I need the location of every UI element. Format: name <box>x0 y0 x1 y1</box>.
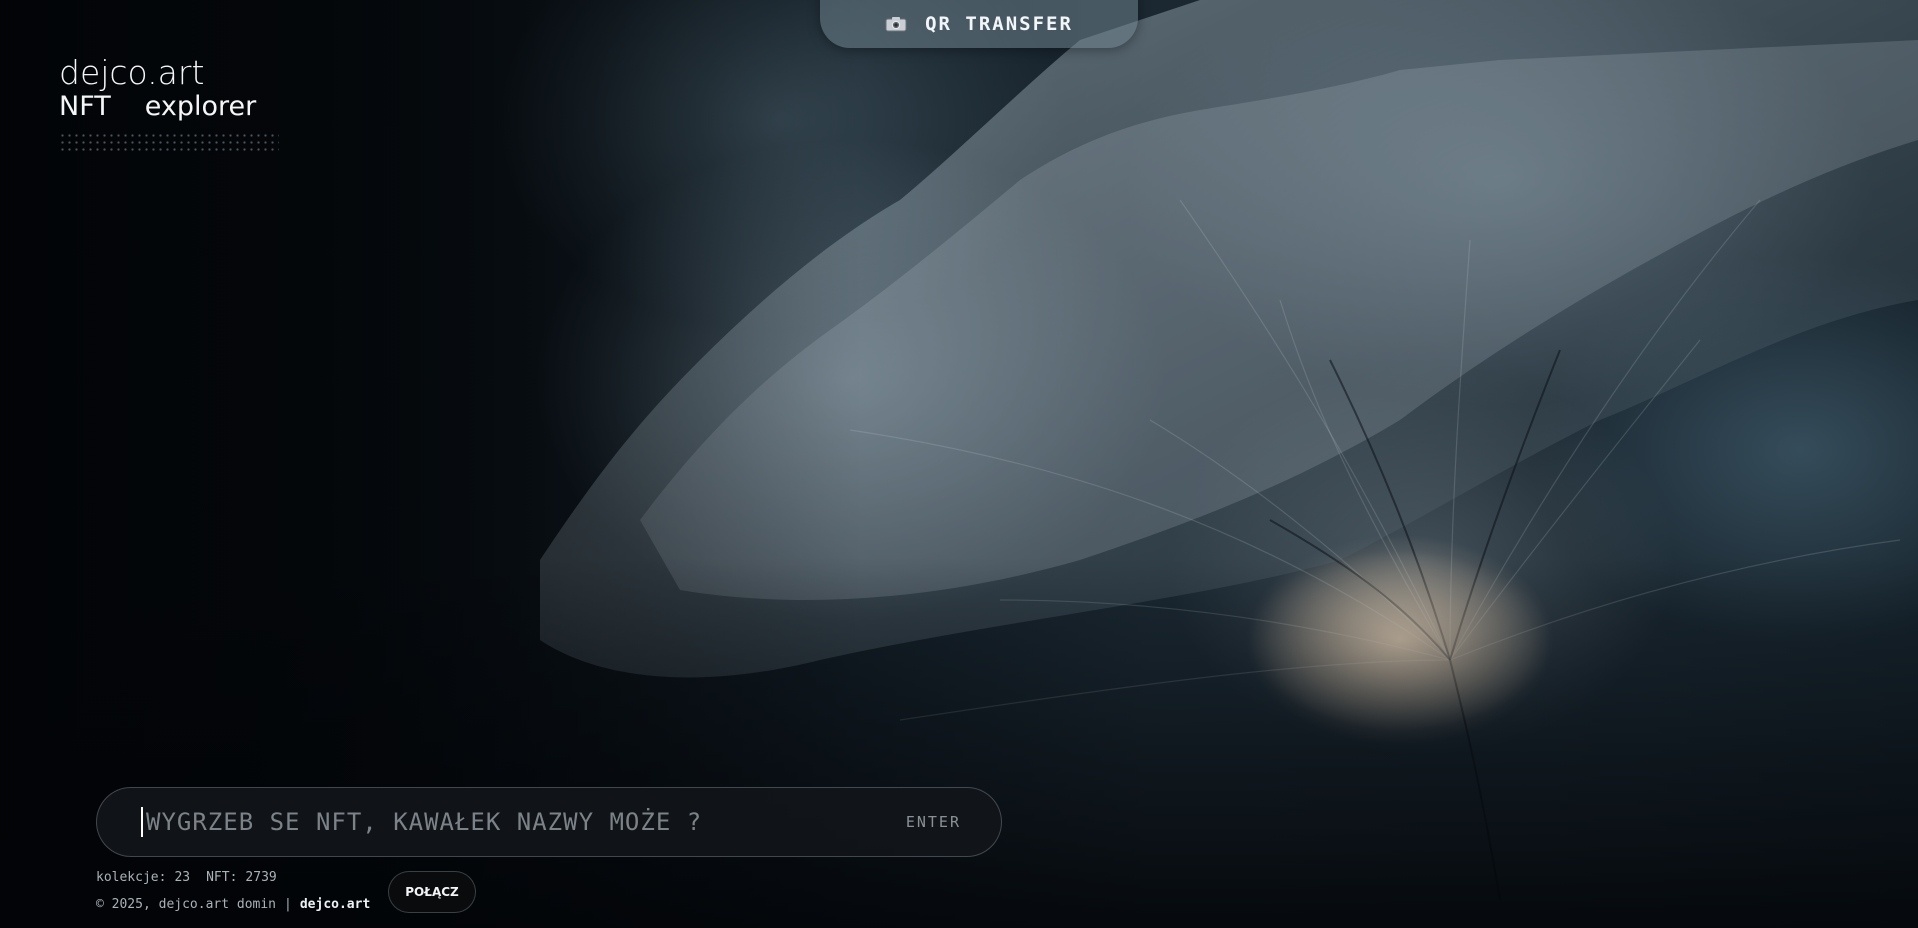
text-caret <box>141 807 143 837</box>
enter-button[interactable]: ENTER <box>906 813 961 831</box>
stat-collections: kolekcje: 23 <box>96 870 190 885</box>
stat-nft-label: NFT: <box>206 870 238 885</box>
stat-nft: NFT: 2739 <box>206 870 277 885</box>
qr-transfer-label: QR TRANSFER <box>925 13 1073 35</box>
footer-separator: | <box>284 897 292 912</box>
logo-word-explorer: explorer <box>144 91 257 122</box>
qr-transfer-button[interactable]: QR TRANSFER <box>820 0 1138 48</box>
app-root: dejco.art NFT explorer QR TRANSFER ENTER… <box>0 0 1918 928</box>
copyright-text: © 2025, dejco.art domin <box>96 897 277 912</box>
collection-stats: kolekcje: 23 NFT: 2739 <box>96 870 277 885</box>
logo-word-nft: NFT <box>59 91 111 122</box>
stat-nft-value: 2739 <box>245 870 277 885</box>
footer-site-link[interactable]: dejco.art <box>300 897 370 912</box>
footer-copyright: © 2025, dejco.art domin | dejco.art <box>96 897 370 912</box>
stat-collections-value: 23 <box>174 870 191 885</box>
camera-icon <box>885 16 907 32</box>
stat-collections-label: kolekcje: <box>96 870 167 885</box>
logo-dot-pattern <box>59 132 279 152</box>
site-logo[interactable]: dejco.art NFT explorer <box>59 54 289 152</box>
logo-title: dejco.art <box>59 53 205 92</box>
logo-subtitle: NFT explorer <box>59 92 289 122</box>
search-bar: ENTER <box>96 787 1002 857</box>
connect-button[interactable]: POŁĄCZ <box>388 871 476 913</box>
search-input[interactable] <box>144 807 906 837</box>
